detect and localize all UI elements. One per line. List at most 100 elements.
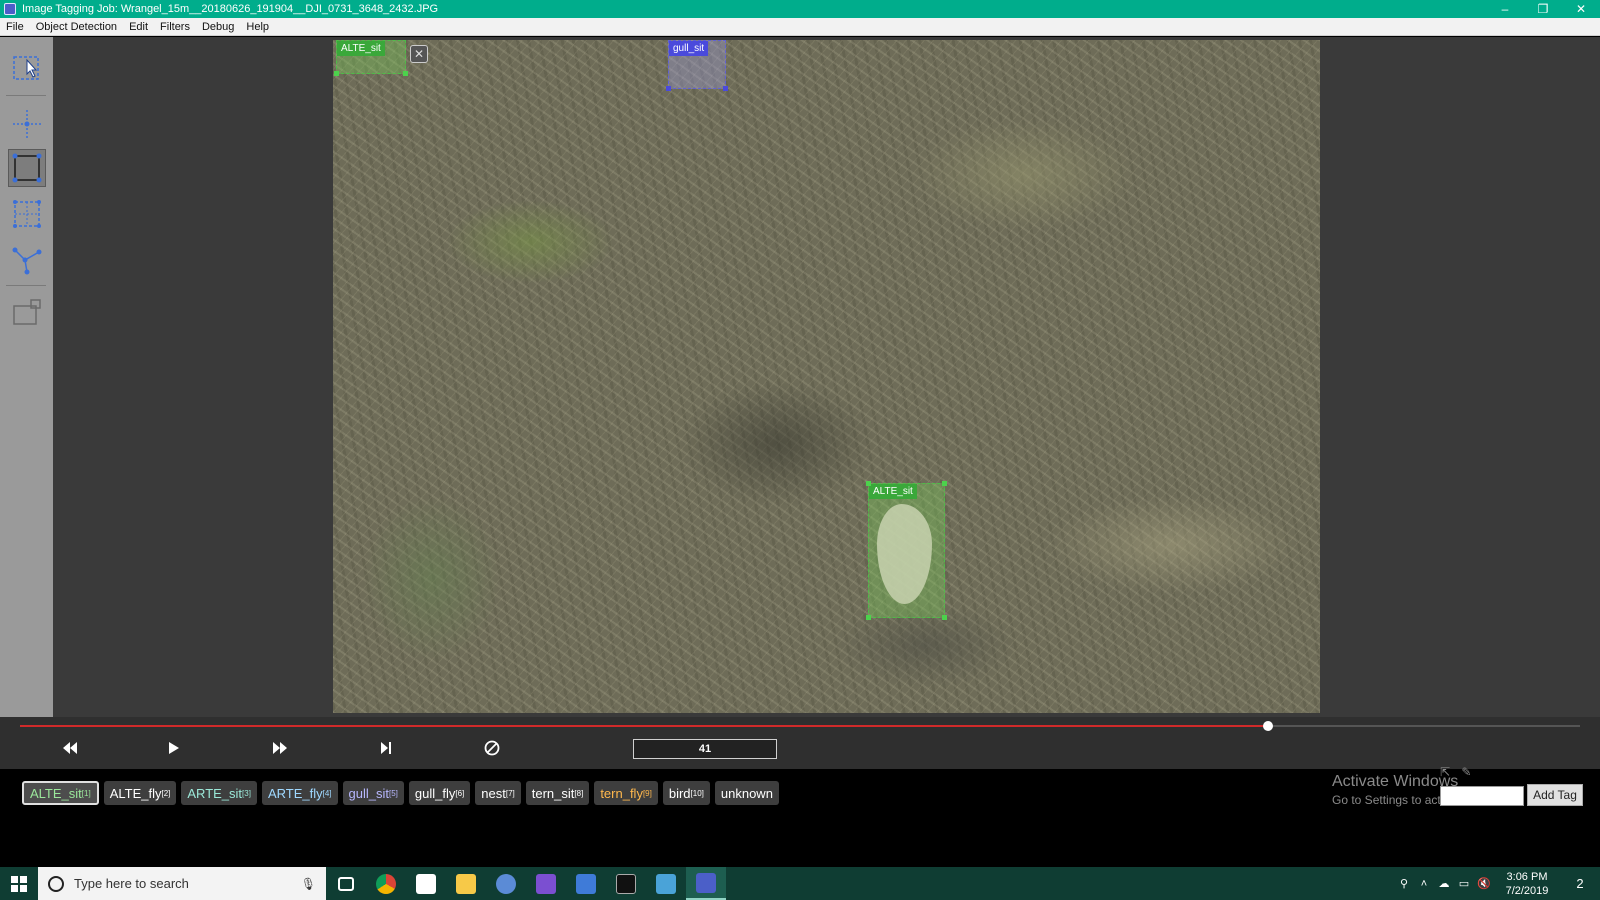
minimize-button[interactable]: – <box>1486 0 1524 18</box>
select-tool[interactable] <box>8 49 46 87</box>
tag-name: tern_sit <box>531 785 575 801</box>
menu-edit[interactable]: Edit <box>123 21 154 33</box>
terminal-icon[interactable] <box>606 867 646 900</box>
r-icon[interactable] <box>486 867 526 900</box>
people-icon[interactable]: ⚲ <box>1394 877 1414 890</box>
tag-bar: ALTE_sit [1] ALTE_fly [2] ARTE_sit [3] ARTE… <box>0 765 1600 867</box>
microphone-icon[interactable]: 🎙 <box>301 877 316 891</box>
start-button[interactable] <box>0 867 38 900</box>
tag-name: nest <box>481 785 506 801</box>
tag-button-tern-sit[interactable]: tern_sit [8] <box>525 781 590 805</box>
bird-shape <box>877 504 932 604</box>
point-crosshair-icon <box>13 110 41 138</box>
tag-button-nest[interactable]: nest [7] <box>475 781 521 805</box>
frame-number-input[interactable]: 41 <box>633 739 777 759</box>
tag-shortcut: [10] <box>690 788 704 798</box>
pin-icon[interactable]: ✎ <box>1461 765 1471 779</box>
clear-button[interactable] <box>478 737 506 759</box>
progress-track[interactable] <box>20 721 1580 731</box>
onedrive-icon[interactable]: ☁ <box>1434 877 1454 890</box>
menu-filters[interactable]: Filters <box>154 21 196 33</box>
menu-object-detection[interactable]: Object Detection <box>30 21 123 33</box>
task-view-icon[interactable] <box>326 867 366 900</box>
tag-button-alte-sit[interactable]: ALTE_sit [1] <box>22 781 99 805</box>
menu-help[interactable]: Help <box>240 21 275 33</box>
region-box[interactable]: gull_sit <box>666 40 728 91</box>
tag-shortcut: [2] <box>161 788 171 798</box>
share-icon[interactable]: ⇱ <box>1440 765 1450 779</box>
tool-palette <box>0 37 53 717</box>
previous-button[interactable] <box>56 737 84 759</box>
search-icon <box>48 875 64 892</box>
next-frame-icon <box>381 742 391 754</box>
resize-handle[interactable] <box>666 86 671 91</box>
windows-logo-icon <box>11 875 27 892</box>
resize-handle[interactable] <box>866 481 871 486</box>
restore-button[interactable]: ❐ <box>1524 0 1562 18</box>
tag-button-arte-sit[interactable]: ARTE_sit [3] <box>181 781 257 805</box>
polygon-tool[interactable] <box>8 241 46 279</box>
resize-handle[interactable] <box>942 481 947 486</box>
region-box[interactable]: ALTE_sit <box>334 40 408 76</box>
tag-name: ARTE_fly <box>267 785 323 801</box>
tag-name: ALTE_sit <box>30 785 82 801</box>
resize-handle[interactable] <box>403 71 408 76</box>
tag-name: gull_sit <box>348 785 389 801</box>
chevron-up-icon[interactable]: ˄ <box>1414 878 1434 890</box>
play-button[interactable] <box>160 737 188 759</box>
store-icon[interactable] <box>406 867 446 900</box>
close-button[interactable]: ✕ <box>1562 0 1600 18</box>
tag-button-unknown[interactable]: unknown <box>714 781 779 805</box>
resize-handle[interactable] <box>723 86 728 91</box>
notification-icon[interactable]: 2 <box>1560 876 1600 891</box>
new-tag-input[interactable] <box>1440 786 1524 806</box>
resize-handle[interactable] <box>942 615 947 620</box>
network-status-icon[interactable]: ▭ <box>1454 877 1474 890</box>
image-canvas[interactable]: ALTE_sit ✕ gull_sit ALTE_sit <box>333 40 1320 713</box>
lock-rectangle-icon <box>13 299 41 325</box>
tag-shortcut: [3] <box>242 788 251 798</box>
taskbar-search[interactable]: Type here to search 🎙 <box>38 867 326 900</box>
rectangle-tool[interactable] <box>8 149 46 187</box>
next-frame-button[interactable] <box>372 737 400 759</box>
progress-thumb[interactable] <box>1263 721 1273 731</box>
close-icon[interactable]: ✕ <box>410 45 428 63</box>
network-icon[interactable] <box>566 867 606 900</box>
tag-button-gull-fly[interactable]: gull_fly [6] <box>408 781 471 805</box>
tag-name: ARTE_sit <box>187 785 243 801</box>
menu-file[interactable]: File <box>0 21 30 33</box>
clock[interactable]: 3:06 PM 7/2/2019 <box>1494 870 1560 898</box>
lock-tool[interactable] <box>8 293 46 331</box>
resize-handle[interactable] <box>334 71 339 76</box>
visual-studio-icon[interactable] <box>526 867 566 900</box>
notification-count: 2 <box>1576 876 1584 891</box>
tagging-app-icon[interactable] <box>686 867 726 900</box>
tag-button-bird[interactable]: bird [10] <box>662 781 710 805</box>
tag-button-alte-fly[interactable]: ALTE_fly [2] <box>103 781 177 805</box>
copy-rectangle-tool[interactable] <box>8 195 46 233</box>
rectangle-icon <box>12 153 42 183</box>
title-bar: Image Tagging Job: Wrangel_15m__20180626… <box>0 0 1600 18</box>
spreadsheet-icon[interactable] <box>646 867 686 900</box>
resize-handle[interactable] <box>866 615 871 620</box>
menu-bar: File Object Detection Edit Filters Debug… <box>0 18 1600 36</box>
clear-icon <box>484 740 500 756</box>
file-explorer-icon[interactable] <box>446 867 486 900</box>
region-box[interactable]: ALTE_sit <box>866 481 947 620</box>
tag-button-arte-fly[interactable]: ARTE_fly [4] <box>261 781 338 805</box>
tag-button-gull-sit[interactable]: gull_sit [5] <box>342 781 404 805</box>
window-title: Image Tagging Job: Wrangel_15m__20180626… <box>22 3 439 15</box>
volume-muted-icon[interactable]: 🔇 <box>1474 877 1494 890</box>
add-tag-button[interactable]: Add Tag <box>1527 784 1583 806</box>
tag-button-tern-fly[interactable]: tern_fly [9] <box>594 781 658 805</box>
fast-forward-button[interactable] <box>266 737 294 759</box>
menu-debug[interactable]: Debug <box>196 21 240 33</box>
progress-fill <box>20 725 1268 727</box>
clock-date: 7/2/2019 <box>1505 884 1549 897</box>
tag-shortcut: [9] <box>642 788 652 798</box>
region-tag-label: ALTE_sit <box>869 484 917 499</box>
chrome-icon[interactable] <box>366 867 406 900</box>
point-tool[interactable] <box>8 105 46 143</box>
previous-icon <box>63 742 77 754</box>
taskbar: Type here to search 🎙 ⚲ ˄ ☁ ▭ 🔇 3:06 PM … <box>0 867 1600 900</box>
